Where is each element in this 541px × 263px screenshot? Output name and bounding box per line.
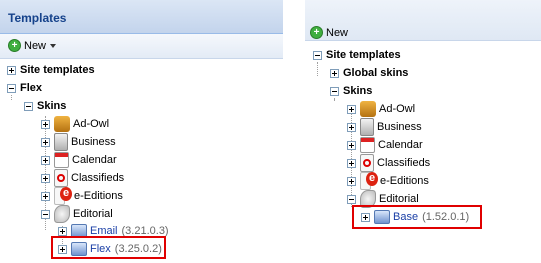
tree-node-label: Skins — [343, 85, 373, 97]
tree-node-label: Site templates — [326, 49, 401, 61]
tree-node-skins[interactable]: Skins — [330, 82, 372, 100]
tree-node-calendar[interactable]: Calendar — [347, 136, 423, 154]
toolbar: + New — [0, 34, 283, 59]
tree-node-label: Business — [377, 121, 422, 133]
tree-node-label: Ad-Owl — [379, 103, 416, 115]
collapse-icon[interactable] — [330, 86, 339, 96]
panel-title: Templates — [8, 11, 67, 25]
expand-icon[interactable] — [41, 119, 50, 129]
chevron-down-icon — [50, 43, 57, 48]
add-icon: + — [310, 26, 323, 39]
collapse-icon[interactable] — [313, 50, 322, 60]
tree-node-ad-owl[interactable]: Ad-Owl — [347, 100, 415, 118]
tree-node-site-templates[interactable]: Site templates — [7, 61, 95, 79]
expand-icon[interactable] — [347, 158, 356, 168]
new-button-label: New — [326, 26, 349, 39]
tree-node-label: Calendar — [378, 139, 423, 151]
classifieds-icon — [360, 154, 374, 172]
expand-icon[interactable] — [347, 176, 356, 186]
tree-node-business[interactable]: Business — [41, 133, 116, 151]
add-icon: + — [8, 39, 21, 52]
highlight-box — [352, 205, 482, 229]
tree-node-label: e-Editions — [74, 190, 123, 202]
tree-node-label: Global skins — [343, 67, 409, 79]
expand-icon[interactable] — [7, 65, 16, 75]
tree-node-site-templates[interactable]: Site templates — [313, 46, 401, 64]
tree-node-label: Ad-Owl — [73, 118, 110, 130]
tree-node-label: Site templates — [20, 64, 95, 76]
expand-icon[interactable] — [58, 226, 67, 236]
tree-node-business[interactable]: Business — [347, 118, 422, 136]
tree-node-label: Classifieds — [71, 172, 125, 184]
expand-icon[interactable] — [347, 140, 356, 150]
new-button-label: New — [24, 39, 47, 52]
building-icon — [54, 133, 68, 151]
tree-node-label: Flex — [20, 82, 43, 94]
new-button[interactable]: + New — [8, 39, 57, 52]
tree-node-label: Classifieds — [377, 157, 431, 169]
tree-node-label: Calendar — [72, 154, 117, 166]
tree-node-classifieds[interactable]: Classifieds — [41, 169, 124, 187]
panel-title-bar: Templates — [0, 0, 283, 34]
expand-icon[interactable] — [347, 122, 356, 132]
expand-icon[interactable] — [41, 173, 50, 183]
expand-icon[interactable] — [41, 137, 50, 147]
tree-node-label: Business — [71, 136, 116, 148]
owl-icon — [54, 116, 70, 132]
tree-node-label: Editorial — [73, 208, 113, 220]
tree-node-calendar[interactable]: Calendar — [41, 151, 117, 169]
e-editions-icon — [360, 172, 378, 190]
collapse-icon[interactable] — [24, 101, 33, 111]
highlight-box — [51, 236, 166, 259]
classifieds-icon — [54, 169, 68, 187]
new-button[interactable]: + New — [310, 26, 348, 39]
tree-node-editorial[interactable]: Editorial — [41, 205, 113, 223]
expand-icon[interactable] — [330, 68, 339, 78]
expand-icon[interactable] — [41, 191, 50, 201]
owl-icon — [360, 101, 376, 117]
tree-node-ad-owl[interactable]: Ad-Owl — [41, 115, 109, 133]
tree-node-flex[interactable]: Flex — [7, 79, 42, 97]
tree-node-e-editions[interactable]: e-Editions — [347, 172, 429, 190]
tree-node-global-skins[interactable]: Global skins — [330, 64, 408, 82]
expand-icon[interactable] — [347, 104, 356, 114]
calendar-icon — [360, 137, 375, 153]
e-editions-icon — [54, 187, 72, 205]
tree-node-label: Editorial — [379, 193, 419, 205]
templates-panel-left: Templates + New Site templates Flex Skin… — [0, 0, 283, 263]
collapse-icon[interactable] — [41, 209, 50, 219]
editorial-icon — [54, 205, 70, 223]
collapse-icon[interactable] — [347, 194, 356, 204]
expand-icon[interactable] — [41, 155, 50, 165]
tree-node-skins[interactable]: Skins — [24, 97, 66, 115]
tree-node-label: e-Editions — [380, 175, 429, 187]
calendar-icon — [54, 152, 69, 168]
toolbar: + New — [305, 0, 541, 41]
building-icon — [360, 118, 374, 136]
tree-node-e-editions[interactable]: e-Editions — [41, 187, 123, 205]
tree-node-label: Skins — [37, 100, 67, 112]
tree-node-classifieds[interactable]: Classifieds — [347, 154, 430, 172]
collapse-icon[interactable] — [7, 83, 16, 93]
templates-panel-right: + New Site templates Global skins Skins … — [305, 0, 541, 263]
